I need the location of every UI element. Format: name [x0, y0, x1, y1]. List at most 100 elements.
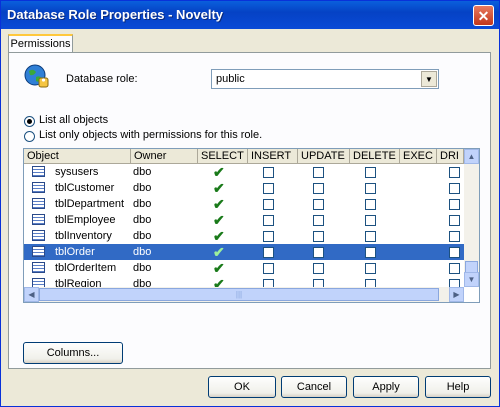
radio-list-only[interactable] — [24, 131, 35, 142]
select-checkbox-checked[interactable]: ✔ — [213, 260, 225, 276]
object-name: tblOrderItem — [55, 262, 117, 274]
select-checkbox-checked[interactable]: ✔ — [213, 244, 225, 260]
dri-checkbox[interactable] — [449, 199, 460, 210]
col-header-exec[interactable]: EXEC — [400, 149, 437, 164]
delete-checkbox[interactable] — [365, 263, 376, 274]
insert-checkbox[interactable] — [263, 167, 274, 178]
table-icon — [32, 198, 45, 209]
owner-name: dbo — [133, 166, 152, 178]
dri-checkbox[interactable] — [449, 183, 460, 194]
owner-name: dbo — [133, 214, 152, 226]
radio-list-all[interactable] — [24, 116, 35, 127]
object-name: tblOrder — [55, 246, 95, 258]
object-name: tblEmployee — [55, 214, 116, 226]
role-dropdown[interactable]: public ▼ — [211, 69, 439, 89]
radio-list-only-label[interactable]: List only objects with permissions for t… — [39, 129, 262, 141]
table-row[interactable]: sysusers dbo ✔ — [24, 164, 464, 180]
horizontal-scroll-thumb[interactable]: ||| — [39, 288, 439, 301]
ok-button[interactable]: OK — [208, 376, 276, 398]
table-icon — [32, 214, 45, 225]
update-checkbox[interactable] — [313, 199, 324, 210]
horizontal-scrollbar[interactable]: ◀ ||| ▶ — [24, 287, 464, 302]
help-button[interactable]: Help — [425, 376, 491, 398]
delete-checkbox[interactable] — [365, 183, 376, 194]
insert-checkbox[interactable] — [263, 215, 274, 226]
columns-button[interactable]: Columns... — [23, 342, 123, 364]
table-icon — [32, 230, 45, 241]
permissions-panel: Database role: public ▼ List all objects… — [8, 52, 491, 369]
scroll-up-icon[interactable]: ▲ — [464, 149, 479, 164]
select-checkbox-checked[interactable]: ✔ — [213, 212, 225, 228]
radio-dot — [27, 119, 32, 124]
dri-checkbox[interactable] — [449, 263, 460, 274]
table-row[interactable]: tblCustomer dbo ✔ — [24, 180, 464, 196]
insert-checkbox[interactable] — [263, 247, 274, 258]
insert-checkbox[interactable] — [263, 183, 274, 194]
close-button[interactable]: ✕ — [473, 5, 494, 26]
update-checkbox[interactable] — [313, 215, 324, 226]
update-checkbox[interactable] — [313, 167, 324, 178]
col-header-select[interactable]: SELECT — [198, 149, 248, 164]
cancel-button[interactable]: Cancel — [281, 376, 347, 398]
table-row[interactable]: tblOrder dbo ✔ — [24, 244, 464, 260]
select-checkbox-checked[interactable]: ✔ — [213, 180, 225, 196]
col-header-insert[interactable]: INSERT — [248, 149, 298, 164]
update-checkbox[interactable] — [313, 183, 324, 194]
insert-checkbox[interactable] — [263, 199, 274, 210]
select-checkbox-checked[interactable]: ✔ — [213, 164, 225, 180]
dri-checkbox[interactable] — [449, 167, 460, 178]
select-checkbox-checked[interactable]: ✔ — [213, 228, 225, 244]
object-name: sysusers — [55, 166, 99, 178]
title-bar[interactable]: Database Role Properties - Novelty ✕ — [1, 1, 499, 29]
tab-permissions[interactable]: Permissions — [8, 34, 73, 54]
col-header-owner[interactable]: Owner — [131, 149, 198, 164]
dialog-window: Database Role Properties - Novelty ✕ Per… — [0, 0, 500, 407]
table-row[interactable]: tblEmployee dbo ✔ — [24, 212, 464, 228]
insert-checkbox[interactable] — [263, 231, 274, 242]
col-header-update[interactable]: UPDATE — [298, 149, 350, 164]
apply-button[interactable]: Apply — [353, 376, 419, 398]
table-row[interactable]: tblDepartment dbo ✔ — [24, 196, 464, 212]
table-icon — [32, 166, 45, 177]
object-name: tblDepartment — [55, 198, 125, 210]
col-header-object[interactable]: Object — [24, 149, 131, 164]
col-header-delete[interactable]: DELETE — [350, 149, 400, 164]
table-row[interactable]: tblInventory dbo ✔ — [24, 228, 464, 244]
update-checkbox[interactable] — [313, 263, 324, 274]
update-checkbox[interactable] — [313, 247, 324, 258]
delete-checkbox[interactable] — [365, 231, 376, 242]
table-icon — [32, 246, 45, 257]
delete-checkbox[interactable] — [365, 199, 376, 210]
delete-checkbox[interactable] — [365, 215, 376, 226]
dri-checkbox[interactable] — [449, 247, 460, 258]
select-checkbox-checked[interactable]: ✔ — [213, 196, 225, 212]
vertical-scrollbar[interactable]: ▲ ▼ — [464, 149, 479, 287]
owner-name: dbo — [133, 198, 152, 210]
insert-checkbox[interactable] — [263, 263, 274, 274]
radio-list-all-label[interactable]: List all objects — [39, 114, 108, 126]
database-role-icon — [24, 64, 49, 88]
role-value: public — [216, 73, 245, 85]
scroll-down-icon[interactable]: ▼ — [464, 272, 479, 287]
dri-checkbox[interactable] — [449, 231, 460, 242]
object-name: tblCustomer — [55, 182, 115, 194]
table-icon — [32, 262, 45, 273]
delete-checkbox[interactable] — [365, 167, 376, 178]
chevron-down-icon[interactable]: ▼ — [421, 71, 437, 87]
table-icon — [32, 182, 45, 193]
permissions-grid[interactable]: Object Owner SELECT INSERT UPDATE DELETE… — [23, 148, 480, 303]
scroll-left-icon[interactable]: ◀ — [24, 287, 39, 302]
dri-checkbox[interactable] — [449, 215, 460, 226]
table-row[interactable]: tblOrderItem dbo ✔ — [24, 260, 464, 276]
role-label: Database role: — [66, 73, 138, 85]
owner-name: dbo — [133, 246, 152, 258]
delete-checkbox[interactable] — [365, 247, 376, 258]
window-title: Database Role Properties - Novelty — [7, 7, 224, 22]
object-name: tblInventory — [55, 230, 112, 242]
owner-name: dbo — [133, 230, 152, 242]
col-header-dri[interactable]: DRI — [437, 149, 464, 164]
scroll-right-icon[interactable]: ▶ — [449, 287, 464, 302]
update-checkbox[interactable] — [313, 231, 324, 242]
owner-name: dbo — [133, 262, 152, 274]
owner-name: dbo — [133, 182, 152, 194]
